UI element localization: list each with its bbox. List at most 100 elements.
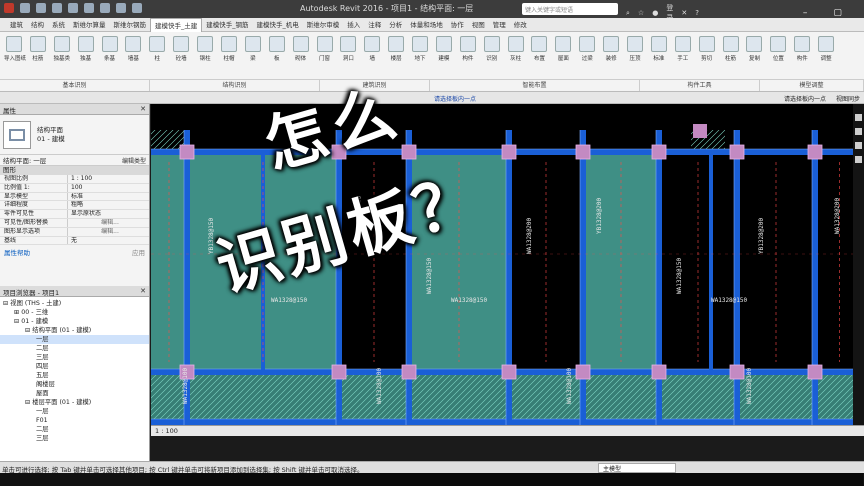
- property-row[interactable]: 可见性/图形替换 编辑...: [0, 218, 149, 228]
- view-sync-toggle[interactable]: 视图同步: [836, 94, 860, 103]
- ribbon-tool-29[interactable]: 剪切: [697, 36, 717, 62]
- browser-item[interactable]: 一层: [0, 335, 149, 344]
- tab-7[interactable]: 建模快手_机电: [253, 18, 303, 32]
- apply-button[interactable]: 应用: [132, 247, 145, 257]
- exchange-icon[interactable]: ✕: [681, 9, 687, 17]
- binoculars-icon[interactable]: ⌕: [626, 9, 630, 18]
- ribbon-tool-32[interactable]: 位置: [768, 36, 788, 62]
- browser-item[interactable]: ⊟ 视图 (THS - 土建): [0, 299, 149, 308]
- active-model-select[interactable]: 主模型: [598, 463, 676, 473]
- maximize-button[interactable]: ▢: [833, 8, 842, 18]
- ribbon-tool-28[interactable]: 手工: [673, 36, 693, 62]
- tab-15[interactable]: 管理: [489, 18, 510, 32]
- ribbon-tool-26[interactable]: 压顶: [625, 36, 645, 62]
- property-row[interactable]: 基线无: [0, 236, 149, 246]
- ribbon-tool-5[interactable]: 墙基: [123, 36, 143, 62]
- ribbon-tool-8[interactable]: 钢柱: [195, 36, 215, 62]
- browser-item[interactable]: ⊟ 01 - 建模: [0, 317, 149, 326]
- ribbon-tool-16[interactable]: 楼层: [386, 36, 406, 62]
- ribbon-tool-11[interactable]: 板: [267, 36, 287, 62]
- ribbon-tool-0[interactable]: 导入图纸: [4, 36, 26, 62]
- instance-selector[interactable]: 结构平面: 一层: [3, 155, 46, 165]
- tab-13[interactable]: 协作: [447, 18, 468, 32]
- tab-4[interactable]: 斯维尔钢筋: [110, 18, 151, 32]
- tab-1[interactable]: 结构: [27, 18, 48, 32]
- browser-item[interactable]: 二层: [0, 425, 149, 434]
- property-row[interactable]: 图形显示选项 编辑...: [0, 227, 149, 237]
- ribbon-tool-9[interactable]: 柱帽: [219, 36, 239, 62]
- ribbon-tool-3[interactable]: 独基: [76, 36, 96, 62]
- undo-icon[interactable]: [52, 3, 62, 13]
- ribbon-tool-34[interactable]: 调整: [816, 36, 836, 62]
- app-menu-icon[interactable]: [4, 3, 14, 13]
- save-icon[interactable]: [36, 3, 46, 13]
- measure-icon[interactable]: [100, 3, 110, 13]
- 3d-view-icon[interactable]: [132, 3, 142, 13]
- ribbon-tool-22[interactable]: 布置: [529, 36, 549, 62]
- browser-item[interactable]: F01: [0, 416, 149, 425]
- ribbon-tool-13[interactable]: 门窗: [315, 36, 335, 62]
- ribbon-tool-18[interactable]: 建模: [434, 36, 454, 62]
- ribbon-tool-19[interactable]: 构件: [458, 36, 478, 62]
- ribbon-tool-25[interactable]: 装修: [601, 36, 621, 62]
- browser-item[interactable]: 一层: [0, 407, 149, 416]
- tab-2[interactable]: 系统: [48, 18, 69, 32]
- browser-item[interactable]: 五层: [0, 371, 149, 380]
- print-icon[interactable]: [84, 3, 94, 13]
- ribbon-tool-23[interactable]: 屋面: [553, 36, 573, 62]
- ribbon-tool-17[interactable]: 地下: [410, 36, 430, 62]
- ribbon-tool-21[interactable]: 灰柱: [506, 36, 526, 62]
- ribbon-tool-20[interactable]: 识别: [482, 36, 502, 62]
- browser-item[interactable]: 阁楼层: [0, 380, 149, 389]
- ribbon-tool-15[interactable]: 墙: [362, 36, 382, 62]
- type-selector[interactable]: 结构平面 01 - 建模: [0, 115, 149, 155]
- star-icon[interactable]: ☆: [638, 9, 644, 17]
- browser-item[interactable]: 三层: [0, 353, 149, 362]
- browser-item[interactable]: 三层: [0, 434, 149, 443]
- tab-0[interactable]: 建筑: [6, 18, 27, 32]
- ribbon-tool-7[interactable]: 砼墙: [171, 36, 191, 62]
- ribbon-tool-31[interactable]: 复制: [744, 36, 764, 62]
- graphics-section[interactable]: 图形: [0, 166, 149, 175]
- ribbon-tool-6[interactable]: 柱: [147, 36, 167, 62]
- tab-10[interactable]: 注释: [364, 18, 385, 32]
- ribbon-tool-14[interactable]: 洞口: [338, 36, 358, 62]
- browser-item[interactable]: ⊟ 结构平面 (01 - 建模): [0, 326, 149, 335]
- property-row[interactable]: 比例值 1: 100: [0, 183, 149, 193]
- ribbon-tool-30[interactable]: 柱筋: [721, 36, 741, 62]
- property-row[interactable]: 视图比例 1 : 100: [0, 175, 149, 184]
- property-row[interactable]: 显示模型 标准: [0, 192, 149, 202]
- redo-icon[interactable]: [68, 3, 78, 13]
- browser-item[interactable]: ⊟ 楼层平面 (01 - 建模): [0, 398, 149, 407]
- properties-help-link[interactable]: 属性帮助: [4, 247, 30, 257]
- minimize-button[interactable]: –: [803, 8, 808, 18]
- open-icon[interactable]: [20, 3, 30, 13]
- browser-item[interactable]: 二层: [0, 344, 149, 353]
- tab-12[interactable]: 体量和场地: [406, 18, 447, 32]
- property-row[interactable]: 零件可见性 显示原状态: [0, 210, 149, 219]
- ribbon-tool-27[interactable]: 标准: [649, 36, 669, 62]
- browser-item[interactable]: ⊞ 00 - 三维: [0, 308, 149, 317]
- ribbon-tool-2[interactable]: 独基类: [52, 36, 72, 62]
- ribbon-tool-24[interactable]: 过梁: [577, 36, 597, 62]
- tab-5[interactable]: 建模快手_土建: [150, 17, 203, 32]
- search-input[interactable]: 键入关键字或短语: [522, 3, 618, 15]
- tab-11[interactable]: 分析: [385, 18, 406, 32]
- ribbon-tool-1[interactable]: 柱筋: [28, 36, 48, 62]
- ribbon-tool-4[interactable]: 条基: [100, 36, 120, 62]
- tab-6[interactable]: 建模快手_钢筋: [202, 18, 252, 32]
- property-value[interactable]: 编辑...: [68, 219, 149, 227]
- user-icon[interactable]: ●: [652, 9, 658, 17]
- close-icon[interactable]: ✕: [140, 287, 146, 295]
- tab-8[interactable]: 斯维尔审模: [303, 18, 344, 32]
- browser-item[interactable]: 屋面: [0, 389, 149, 398]
- ribbon-tool-12[interactable]: 砌体: [291, 36, 311, 62]
- text-icon[interactable]: [116, 3, 126, 13]
- property-row[interactable]: 详细程度 粗略: [0, 201, 149, 211]
- ribbon-tool-33[interactable]: 构件: [792, 36, 812, 62]
- property-value[interactable]: 编辑...: [68, 228, 149, 236]
- ribbon-tool-10[interactable]: 梁: [243, 36, 263, 62]
- help-icon[interactable]: ?: [695, 9, 699, 17]
- tab-14[interactable]: 视图: [468, 18, 489, 32]
- view-scale[interactable]: 1 : 100: [155, 427, 178, 435]
